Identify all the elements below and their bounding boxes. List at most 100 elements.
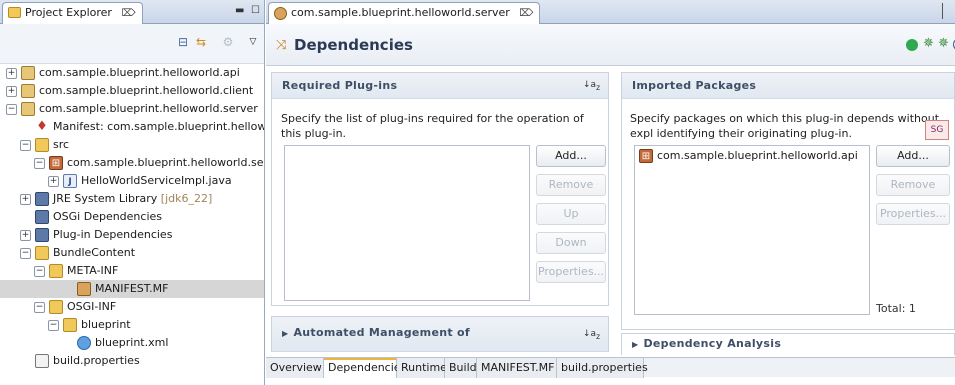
- tab-dependencies[interactable]: Dependencies: [324, 358, 406, 378]
- tab-build-properties[interactable]: build.properties: [557, 358, 648, 378]
- sort-icon[interactable]: ↓az: [583, 329, 600, 341]
- collapse-icon[interactable]: −: [48, 319, 59, 331]
- list-item-label: com.sample.blueprint.helloworld.api: [657, 149, 858, 162]
- section-heading[interactable]: ▶ Automated Management of: [272, 317, 608, 352]
- tree-item[interactable]: build.properties: [0, 352, 264, 370]
- manifest-file-icon: [77, 282, 91, 296]
- run-icon[interactable]: [906, 39, 918, 51]
- tree-item[interactable]: − ⊞ com.sample.blueprint.helloworld.serve: [0, 154, 265, 172]
- up-button[interactable]: Up: [536, 203, 606, 225]
- folder-icon: [63, 318, 77, 332]
- xml-file-icon: [77, 336, 91, 350]
- link-with-editor-icon[interactable]: ⇆: [193, 34, 209, 50]
- page-title: Dependencies: [294, 36, 413, 54]
- package-icon: ⊞: [639, 149, 653, 163]
- project-tree: + com.sample.blueprint.helloworld.api + com…: [0, 64, 265, 385]
- manifest-icon: ♦: [36, 119, 48, 134]
- profile-icon[interactable]: ✵: [938, 36, 949, 51]
- tree-item[interactable]: − com.sample.blueprint.helloworld.server: [0, 100, 264, 118]
- project-explorer-view: Project Explorer ⌦ ▬ ☐ ⊟ ⇆ ⚙ ▽ + com.samp…: [0, 0, 265, 385]
- section-description: Specify the list of plug-ins required fo…: [281, 112, 584, 140]
- tree-item[interactable]: − BundleContent: [0, 244, 264, 262]
- close-icon[interactable]: ⌦: [121, 8, 135, 19]
- library-icon: [35, 210, 49, 224]
- tree-item[interactable]: − src: [0, 136, 264, 154]
- tree-item[interactable]: − blueprint: [0, 316, 264, 334]
- tab-runtime[interactable]: Runtime: [397, 358, 447, 378]
- java-file-icon: J: [63, 174, 77, 188]
- imported-buttons: Add... Remove Properties...: [876, 145, 950, 245]
- tree-item-label: com.sample.blueprint.helloworld.server: [39, 102, 258, 115]
- library-icon: [35, 192, 49, 206]
- tree-item[interactable]: OSGi Dependencies: [0, 208, 264, 226]
- required-plugins-list[interactable]: [284, 145, 530, 301]
- down-button[interactable]: Down: [536, 232, 606, 254]
- remove-button[interactable]: Remove: [536, 174, 606, 196]
- tree-item[interactable]: + JRE System Library [jdk6_22]: [0, 190, 264, 208]
- list-item[interactable]: ⊞ com.sample.blueprint.helloworld.api: [639, 149, 858, 163]
- view-menu-icon[interactable]: ▽: [245, 34, 261, 50]
- expand-icon[interactable]: +: [6, 67, 17, 79]
- tab-label: Project Explorer: [25, 6, 112, 19]
- folder-icon: [8, 7, 21, 18]
- tab-project-explorer[interactable]: Project Explorer ⌦: [2, 2, 143, 24]
- close-icon[interactable]: ⌦: [519, 8, 533, 19]
- plugin-manifest-icon: [274, 7, 287, 20]
- tree-item-label: OSGI-INF: [67, 300, 117, 313]
- tree-item[interactable]: − OSGI-INF: [0, 298, 264, 316]
- tab-overview[interactable]: Overview: [266, 358, 324, 378]
- collapse-icon[interactable]: −: [20, 139, 31, 151]
- filter-icon[interactable]: ⚙: [220, 34, 236, 50]
- tree-item-label: build.properties: [53, 354, 140, 367]
- remove-button[interactable]: Remove: [876, 174, 950, 196]
- package-icon: ⊞: [49, 156, 63, 170]
- required-buttons: Add... Remove Up Down Properties...: [536, 145, 606, 305]
- dependency-analysis-section[interactable]: ▶ Dependency Analysis: [621, 333, 955, 355]
- sort-icon[interactable]: ↓az: [583, 80, 600, 92]
- collapse-all-icon[interactable]: ⊟: [175, 34, 191, 50]
- tree-item-label: META-INF: [67, 264, 119, 277]
- imported-packages-list[interactable]: ⊞ com.sample.blueprint.helloworld.api: [634, 145, 870, 315]
- add-button[interactable]: Add...: [536, 145, 606, 167]
- tab-manifest-mf[interactable]: MANIFEST.MF: [477, 358, 557, 378]
- tree-item-label: com.sample.blueprint.helloworld.serve: [67, 156, 265, 169]
- tree-item[interactable]: + com.sample.blueprint.helloworld.api: [0, 64, 264, 82]
- expand-arrow-icon[interactable]: ▶: [632, 340, 638, 349]
- expand-arrow-icon[interactable]: ▶: [282, 329, 288, 338]
- folder-icon: [49, 300, 63, 314]
- tab-label: com.sample.blueprint.helloworld.server: [291, 6, 510, 19]
- tree-item-label: blueprint.xml: [95, 336, 169, 349]
- tree-item[interactable]: blueprint.xml: [0, 334, 264, 352]
- tab-build[interactable]: Build: [445, 358, 477, 378]
- tree-item[interactable]: − META-INF: [0, 262, 264, 280]
- expand-icon[interactable]: +: [6, 85, 17, 97]
- debug-icon[interactable]: ✵: [923, 36, 934, 51]
- minimize-icon[interactable]: ▬: [235, 5, 244, 16]
- tree-item[interactable]: + J HelloWorldServiceImpl.java: [0, 172, 264, 190]
- expand-icon[interactable]: +: [48, 175, 59, 187]
- form-header: ⤨ Dependencies ✵ ✵ ?: [266, 24, 955, 66]
- tree-item-label: MANIFEST.MF: [95, 282, 169, 295]
- collapse-icon[interactable]: −: [6, 103, 17, 115]
- tree-item[interactable]: ♦ Manifest: com.sample.blueprint.hellowor…: [0, 118, 264, 136]
- tree-item[interactable]: + Plug-in Dependencies: [0, 226, 264, 244]
- collapse-icon[interactable]: −: [34, 265, 45, 277]
- collapse-icon[interactable]: −: [34, 157, 45, 169]
- properties-button[interactable]: Properties...: [876, 203, 950, 225]
- collapse-icon[interactable]: −: [34, 301, 45, 313]
- tree-item[interactable]: MANIFEST.MF: [0, 280, 264, 298]
- editor-minimize-icon[interactable]: [942, 3, 954, 19]
- collapse-icon[interactable]: −: [20, 247, 31, 259]
- add-button[interactable]: Add...: [876, 145, 950, 167]
- tree-item[interactable]: + com.sample.blueprint.helloworld.client: [0, 82, 264, 100]
- tab-editor-server[interactable]: com.sample.blueprint.helloworld.server ⌦: [268, 2, 541, 24]
- editor-page-tabs: Overview Dependencies Runtime Build MANIFEST…: [266, 357, 955, 378]
- section-heading[interactable]: ▶ Dependency Analysis: [622, 334, 954, 355]
- expand-icon[interactable]: +: [20, 193, 31, 205]
- tree-item-label: BundleContent: [53, 246, 136, 259]
- automated-management-section[interactable]: ▶ Automated Management of ↓az: [271, 316, 609, 352]
- properties-button[interactable]: Properties...: [536, 261, 606, 283]
- expand-icon[interactable]: +: [20, 229, 31, 241]
- maximize-icon[interactable]: ☐: [251, 5, 260, 16]
- tree-item-label: com.sample.blueprint.helloworld.client: [39, 84, 254, 97]
